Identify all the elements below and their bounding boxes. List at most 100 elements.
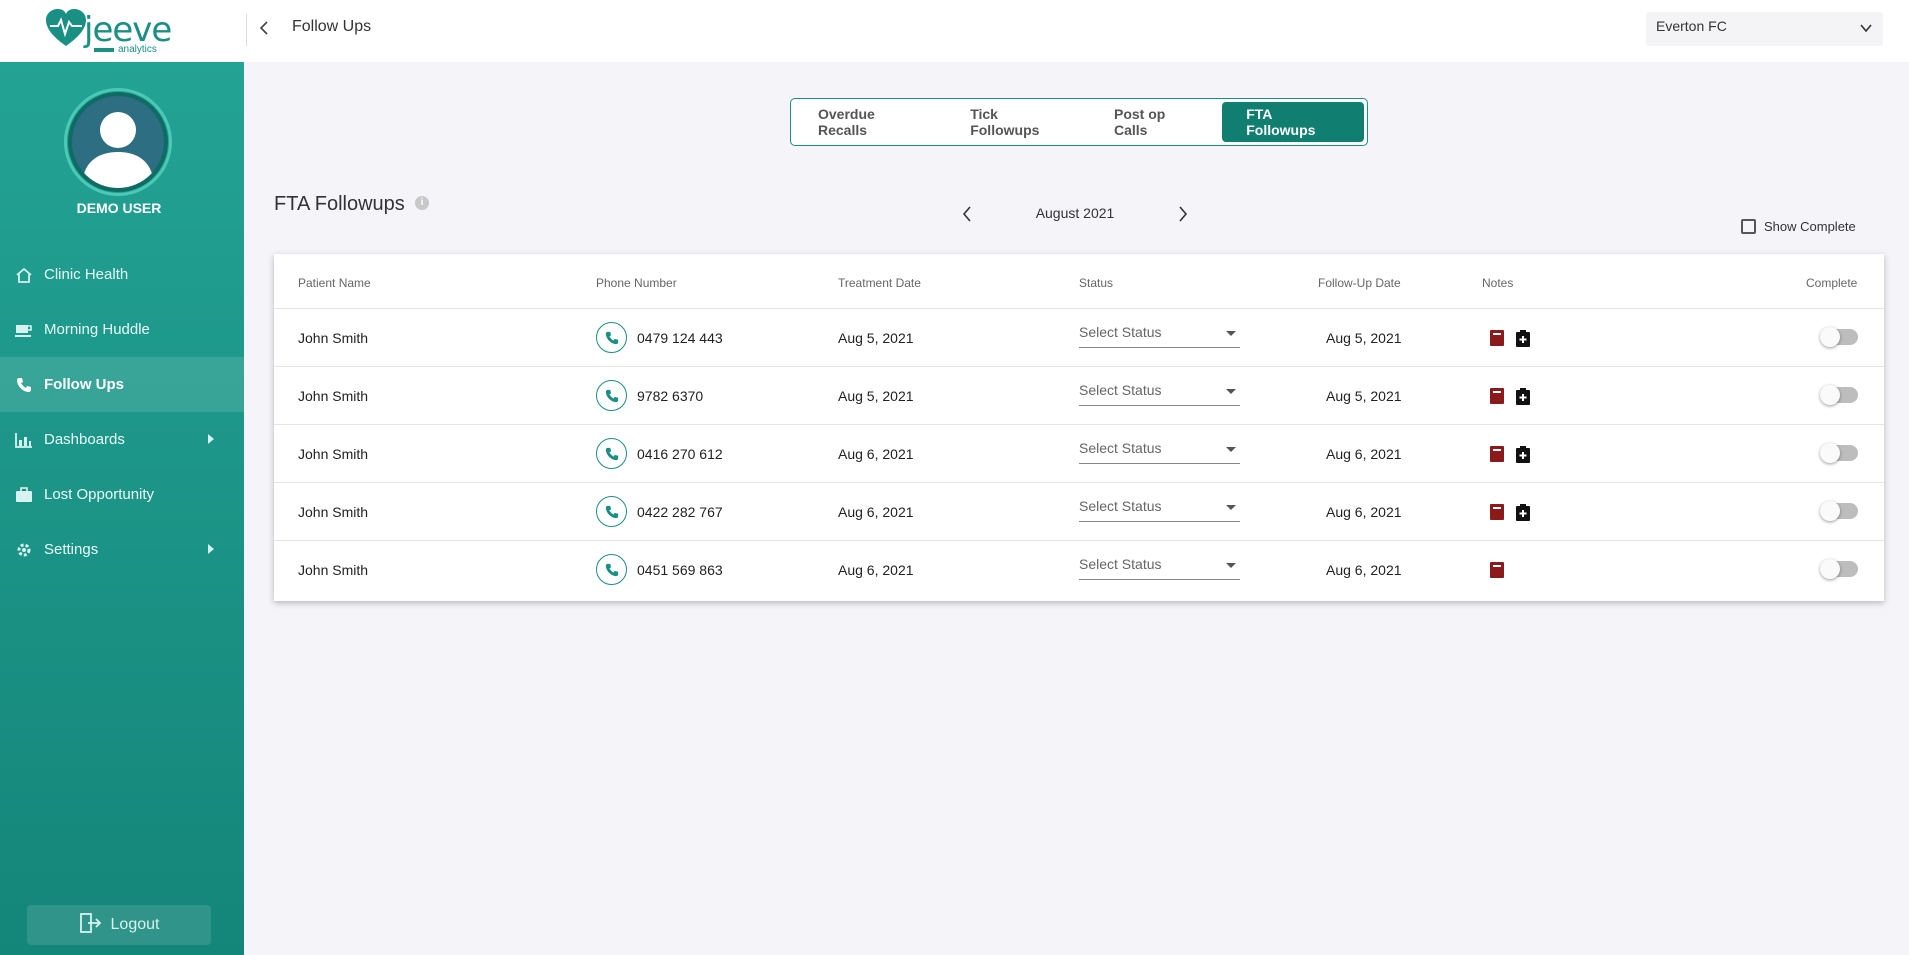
sidebar-item-settings[interactable]: Settings [0,522,244,577]
follow-up-date: Aug 5, 2021 [1326,330,1402,346]
clipboard-medical-icon[interactable] [1515,503,1531,521]
clipboard-medical-icon[interactable] [1515,445,1531,463]
sidebar-item-clinic-health[interactable]: Clinic Health [0,247,244,302]
tab-fta-followups[interactable]: FTA Followups [1222,102,1364,142]
call-button[interactable] [596,496,627,527]
clipboard-medical-icon[interactable] [1515,329,1531,347]
book-notes-icon[interactable] [1489,387,1505,405]
user-name: DEMO USER [76,200,162,216]
briefcase-icon [14,486,34,503]
status-select[interactable]: Select Status [1079,324,1240,348]
toggle-knob [1820,443,1840,463]
column-header-follow-up-date[interactable]: Follow-Up Date [1318,276,1401,290]
book-notes-icon[interactable] [1489,561,1505,579]
clipboard-medical-icon[interactable] [1515,387,1531,405]
next-month-button[interactable] [1171,202,1195,226]
status-select[interactable]: Select Status [1079,440,1240,464]
month-label: August 2021 [1035,205,1115,221]
tab-post-op-calls[interactable]: Post op Calls [1090,102,1222,142]
dropdown-arrow-icon [1226,447,1236,452]
column-header-treatment-date[interactable]: Treatment Date [838,276,921,290]
followup-tabs: Overdue Recalls Tick Followups Post op C… [790,98,1368,146]
logout-button[interactable]: Logout [27,905,211,945]
chevron-left-icon [962,206,971,222]
status-select[interactable]: Select Status [1079,556,1240,580]
show-complete-checkbox[interactable]: Show Complete [1741,219,1856,234]
sidebar-item-morning-huddle[interactable]: Morning Huddle [0,302,244,357]
status-select-value: Select Status [1079,440,1162,456]
logo-subtitle: analytics [118,44,157,55]
book-notes-icon[interactable] [1489,329,1505,347]
table-row: John Smith 0422 282 767 Aug 6, 2021 Sele… [274,483,1884,541]
sidebar-item-label: Clinic Health [44,266,129,283]
phone-icon [14,377,34,393]
sidebar-item-lost-opportunity[interactable]: Lost Opportunity [0,467,244,522]
tab-overdue-recalls[interactable]: Overdue Recalls [794,102,946,142]
column-header-patient-name[interactable]: Patient Name [298,276,371,290]
jeeve-logo[interactable]: jeeve analytics [44,8,184,55]
tab-tick-followups[interactable]: Tick Followups [946,102,1090,142]
follow-up-date: Aug 6, 2021 [1326,504,1402,520]
call-button[interactable] [596,554,627,585]
caret-right-icon [208,544,214,554]
avatar[interactable] [68,92,168,192]
phone-icon [605,389,618,402]
complete-toggle[interactable] [1820,559,1858,579]
call-button[interactable] [596,438,627,469]
call-button[interactable] [596,380,627,411]
table-row: John Smith 0451 569 863 Aug 6, 2021 Sele… [274,541,1884,599]
complete-toggle[interactable] [1820,385,1858,405]
sidebar-item-follow-ups[interactable]: Follow Ups [0,357,244,412]
sidebar-item-label: Dashboards [44,431,125,448]
status-select-value: Select Status [1079,324,1162,340]
toggle-knob [1820,385,1840,405]
toggle-knob [1820,327,1840,347]
coffee-icon [14,322,34,338]
caret-right-icon [208,434,214,444]
logout-label: Logout [110,916,160,933]
phone-icon [605,331,618,344]
dropdown-arrow-icon [1226,331,1236,336]
column-header-complete[interactable]: Complete [1806,276,1857,290]
gear-icon [14,542,34,558]
back-button[interactable] [252,14,276,42]
section-title: FTA Followups [274,193,405,215]
info-icon[interactable]: i [415,196,429,210]
table-header: Patient Name Phone Number Treatment Date… [274,254,1884,309]
home-icon [14,267,34,283]
table-row: John Smith 9782 6370 Aug 5, 2021 Select … [274,367,1884,425]
status-select[interactable]: Select Status [1079,382,1240,406]
status-select[interactable]: Select Status [1079,498,1240,522]
phone-number: 0416 270 612 [637,446,723,462]
toggle-knob [1820,501,1840,521]
call-button[interactable] [596,322,627,353]
checkbox-box [1741,219,1756,234]
clinic-select[interactable]: Everton FC [1646,12,1883,46]
logout-icon [79,912,101,938]
column-header-phone-number[interactable]: Phone Number [596,276,677,290]
treatment-date: Aug 6, 2021 [838,446,914,462]
patient-name: John Smith [298,562,369,578]
sidebar-item-dashboards[interactable]: Dashboards [0,412,244,467]
book-notes-icon[interactable] [1489,503,1505,521]
complete-toggle[interactable] [1820,443,1858,463]
complete-toggle[interactable] [1820,327,1858,347]
follow-up-date: Aug 6, 2021 [1326,446,1402,462]
follow-up-date: Aug 5, 2021 [1326,388,1402,404]
table-row: John Smith 0479 124 443 Aug 5, 2021 Sele… [274,309,1884,367]
column-header-status[interactable]: Status [1079,276,1113,290]
sidebar-item-label: Follow Ups [44,376,124,393]
book-notes-icon[interactable] [1489,445,1505,463]
dropdown-arrow-icon [1226,389,1236,394]
dropdown-arrow-icon [1226,563,1236,568]
phone-number: 0422 282 767 [637,504,723,520]
complete-toggle[interactable] [1820,501,1858,521]
page-title: Follow Ups [292,18,372,35]
phone-icon [605,563,618,576]
phone-icon [605,447,618,460]
table-row: John Smith 0416 270 612 Aug 6, 2021 Sele… [274,425,1884,483]
patient-name: John Smith [298,504,369,520]
column-header-notes[interactable]: Notes [1482,276,1513,290]
status-select-value: Select Status [1079,556,1162,572]
previous-month-button[interactable] [955,202,979,226]
